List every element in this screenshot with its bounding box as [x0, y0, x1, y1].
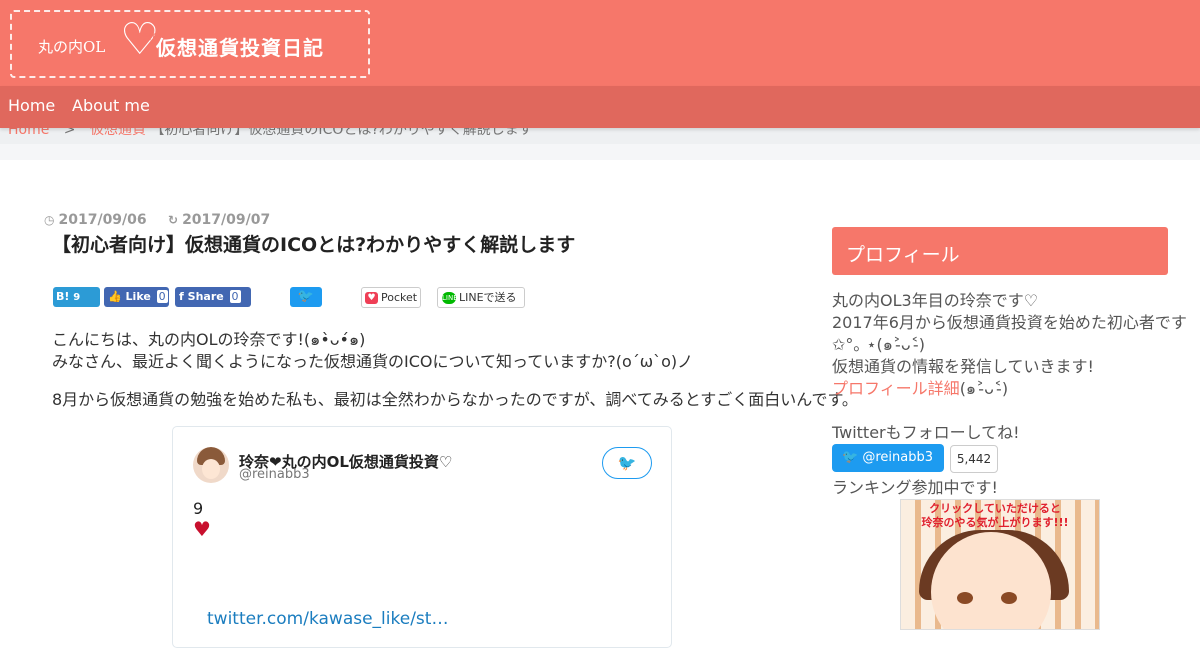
avatar[interactable] [193, 447, 229, 483]
pocket-label: Pocket [381, 291, 418, 304]
follow-button-label: @reinabb3 [862, 450, 933, 465]
hatena-bookmark-button[interactable]: B! 9 [53, 287, 100, 307]
follower-count-badge: 5,442 [950, 445, 998, 473]
breadcrumb-home[interactable]: Home [8, 128, 49, 138]
facebook-like-button[interactable]: 👍 Like 0 [104, 287, 169, 307]
logo-main-text: 仮想通貨投資日記 [156, 36, 324, 60]
banner-eye-left [957, 592, 973, 604]
twitter-bird-icon: 🐦 [842, 450, 859, 465]
fb-share-count: 0 [229, 290, 241, 303]
tweet-author-handle[interactable]: @reinabb3 [239, 467, 310, 482]
pocket-icon: ♥ [365, 292, 378, 304]
nav-home[interactable]: Home [8, 96, 55, 115]
hatena-label: B! [56, 290, 70, 303]
banner-text-line-1: クリックしていただけると [929, 502, 1061, 515]
profile-link-suffix: (๑˃̵ᴗ˂̵) [959, 379, 1009, 398]
breadcrumb-category[interactable]: 仮想通貨 [90, 128, 146, 138]
facebook-icon: f [179, 290, 184, 303]
banner-text: クリックしていただけると 玲奈のやる気が上がります!!! [907, 502, 1083, 530]
breadcrumb: Home > 仮想通貨 【初心者向け】仮想通貨のICOとは?わかりやすく解説しま… [0, 128, 1200, 144]
heart-icon: ♥ [193, 517, 211, 541]
date-updated-text: 2017/09/07 [182, 212, 271, 228]
sidebar-widget-header: プロフィール [832, 227, 1168, 275]
profile-line-3: ✩°｡ ⋆(๑˃̵ᴗ˂̵) [832, 335, 925, 354]
embedded-tweet[interactable]: 玲奈❤丸の内OL仮想通貨投資♡ @reinabb3 🐦 9 ♥ twitter.… [172, 426, 672, 648]
tweet-link[interactable]: twitter.com/kawase_like/st… [207, 609, 448, 629]
fb-like-count: 0 [156, 290, 168, 303]
breadcrumb-band [0, 144, 1200, 160]
profile-line-1: 丸の内OL3年目の玲奈です♡ [832, 291, 1039, 310]
sidebar-widget-title: プロフィール [846, 244, 960, 266]
line-share-button[interactable]: LINELINEで送る [437, 287, 525, 308]
profile-line-4: 仮想通貨の情報を発信していきます! [832, 357, 1094, 376]
ranking-heading: ランキング参加中です! [832, 478, 998, 497]
profile-line-2: 2017年6月から仮想通貨投資を始めた初心者です [832, 313, 1187, 332]
date-published-text: 2017/09/06 [58, 212, 147, 228]
fb-share-label: Share [187, 290, 224, 303]
post-paragraph-2: みなさん、最近よく聞くようになった仮想通貨のICOについて知っていますか?(o´… [52, 352, 694, 371]
logo-small-text: 丸の内OL [38, 38, 106, 56]
post-paragraph-1: こんにちは、丸の内OLの玲奈です!(๑•̀ᴗ•́๑) [52, 330, 366, 349]
twitter-share-button[interactable]: 🐦 [290, 287, 322, 307]
line-icon: LINE [442, 292, 458, 304]
line-label: LINEで送る [459, 291, 517, 304]
date-published: ◷ 2017/09/06 [44, 212, 147, 228]
twitter-follow-button[interactable]: 🐦 @reinabb3 [832, 444, 944, 472]
navbar: Home About me [0, 86, 1200, 128]
facebook-thumb-icon: 👍 [108, 290, 122, 303]
ranking-banner[interactable]: クリックしていただけると 玲奈のやる気が上がります!!! [900, 499, 1100, 630]
banner-eye-right [1001, 592, 1017, 604]
breadcrumb-separator: > [63, 128, 76, 138]
twitter-bird-icon: 🐦 [297, 289, 315, 304]
twitter-heading: Twitterもフォローしてね! [832, 423, 1020, 442]
nav-about[interactable]: About me [72, 96, 150, 115]
refresh-icon: ↻ [168, 213, 179, 227]
date-updated: ↻ 2017/09/07 [168, 212, 270, 228]
tweet-follow-button[interactable]: 🐦 [602, 447, 652, 479]
hatena-count: 9 [73, 292, 81, 303]
banner-text-line-2: 玲奈のやる気が上がります!!! [921, 516, 1069, 529]
clock-icon: ◷ [44, 213, 55, 227]
profile-link[interactable]: プロフィール詳細 [832, 379, 960, 398]
post-title: 【初心者向け】仮想通貨のICOとは?わかりやすく解説します [52, 234, 576, 256]
post-paragraph-3: 8月から仮想通貨の勉強を始めた私も、最初は全然わからなかったのですが、調べてみる… [52, 390, 858, 409]
site-header: 丸の内OL ♡ 玲奈の 仮想通貨投資日記 [0, 0, 1200, 86]
profile-link-line: プロフィール詳細(๑˃̵ᴗ˂̵) [832, 378, 1008, 400]
fb-like-label: Like [125, 290, 151, 303]
pocket-button[interactable]: ♥ Pocket [361, 287, 421, 308]
facebook-share-button[interactable]: f Share 0 [175, 287, 251, 307]
site-logo[interactable]: 丸の内OL ♡ 玲奈の 仮想通貨投資日記 [10, 10, 370, 78]
breadcrumb-current: 【初心者向け】仮想通貨のICOとは?わかりやすく解説します [150, 128, 533, 138]
twitter-bird-icon: 🐦 [617, 454, 637, 472]
tweet-text: 9 [193, 499, 204, 518]
